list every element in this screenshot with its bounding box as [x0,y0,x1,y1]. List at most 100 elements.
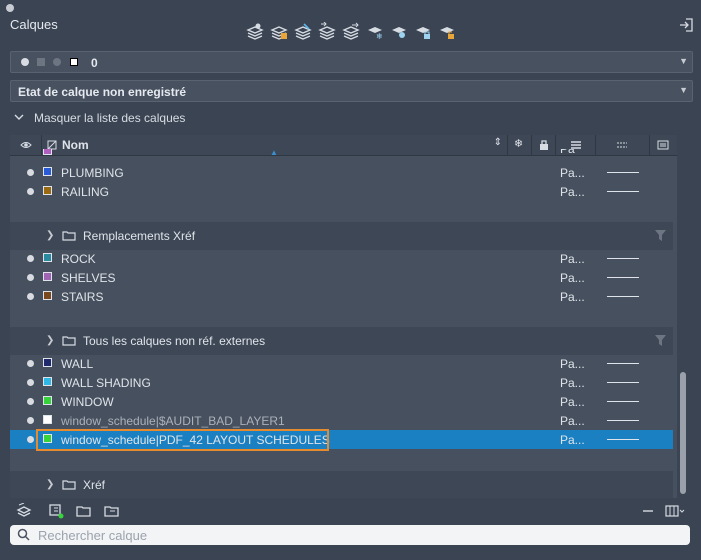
filter-icon[interactable] [655,335,666,346]
folder-filter-icon[interactable] [104,503,120,519]
plot-value: Pa... [560,166,585,180]
current-layer-name: 0 [91,56,98,70]
list-item[interactable]: window_schedule|$AUDIT_BAD_LAYER1 Pa... [10,411,673,430]
layer-settings-icon[interactable] [16,503,32,519]
layer-color-swatch[interactable] [43,358,52,367]
layer-color-swatch[interactable] [43,167,52,176]
visibility-bulb-icon [21,58,29,66]
layer-color-swatch[interactable] [43,396,52,405]
group-non-xref-layers[interactable]: ❯ Tous les calques non réf. externes [10,327,673,355]
chevron-right-icon[interactable]: ❯ [46,230,54,241]
layer-color-swatch[interactable] [43,272,52,281]
list-item[interactable]: SHELVES Pa... [10,268,673,287]
layer-name: SHELVES [61,271,116,285]
columns-menu-icon[interactable] [665,503,685,519]
toggle-layer-list-label: Masquer la liste des calques [34,111,186,125]
plot-value: Pa... [560,376,585,390]
folder-icon [62,480,76,490]
layers-panel: Calques ❄ 0 ▼ Etat de calque non enregis… [0,0,701,560]
visibility-bulb-icon[interactable] [27,293,34,300]
panel-title: Calques [10,17,58,32]
layer-color-swatch [70,58,78,66]
layer-name: STAIRS [61,290,104,304]
list-item[interactable]: WALL Pa... [10,354,673,373]
visibility-bulb-icon[interactable] [27,360,34,367]
group-label: Tous les calques non réf. externes [83,334,266,348]
visibility-bulb-icon[interactable] [27,379,34,386]
group-xref-overrides[interactable]: ❯ Remplacements Xréf [10,222,673,250]
scrollbar-thumb[interactable] [680,372,686,494]
delete-layer-icon[interactable] [294,22,312,40]
sort-icon: ⇕ [493,137,502,148]
search-input[interactable]: Rechercher calque [38,528,147,543]
minus-icon[interactable] [640,503,656,519]
dock-exit-icon[interactable] [678,17,694,33]
plot-value: Pa... [560,271,585,285]
layer-color-swatch[interactable] [43,377,52,386]
layer-color-swatch[interactable] [43,186,52,195]
linetype-line [607,401,639,402]
new-layer-vp-icon[interactable] [270,22,288,40]
layer-state-dropdown[interactable]: Etat de calque non enregistré ▼ [10,80,693,102]
layer-name: WALL SHADING [61,376,151,390]
layer-name: window_schedule|$AUDIT_BAD_LAYER1 [61,414,285,428]
visibility-bulb-icon[interactable] [27,169,34,176]
title-bar [0,0,701,14]
isolate-layer-icon[interactable] [390,22,408,40]
close-dot[interactable] [6,4,14,12]
chevron-right-icon[interactable]: ❯ [46,335,54,346]
search-box[interactable]: Rechercher calque [10,525,690,545]
layer-state-value: Etat de calque non enregistré [18,85,187,99]
freeze-layer-icon[interactable]: ❄ [366,22,384,40]
list-item[interactable]: Pa [10,149,673,155]
linetype-line [607,296,639,297]
new-layer-icon[interactable] [246,22,264,40]
layer-color-swatch[interactable] [43,291,52,300]
toggle-layer-list[interactable]: Masquer la liste des calques [14,111,185,125]
layer-color-swatch[interactable] [43,253,52,262]
set-current-icon[interactable] [318,22,336,40]
visibility-bulb-icon[interactable] [27,274,34,281]
group-label: Xréf [83,478,106,492]
move-layer-icon[interactable] [342,22,360,40]
new-group-filter-icon[interactable] [48,503,64,519]
list-item[interactable]: PLUMBING Pa... [10,163,673,182]
visibility-bulb-icon[interactable] [27,417,34,424]
chevron-down-icon: ▼ [679,85,688,95]
layer-name: RAILING [61,185,110,199]
folder-icon [62,336,76,346]
lock-layer-icon[interactable] [414,22,432,40]
bottom-toolbar [10,500,693,522]
linetype-line [607,363,639,364]
chevron-down-icon [14,114,24,120]
linetype-line [607,420,639,421]
layer-color-swatch [43,149,52,155]
list-item[interactable]: WALL SHADING Pa... [10,373,673,392]
linetype-line [607,191,639,192]
plot-value: Pa... [560,185,585,199]
visibility-bulb-icon[interactable] [27,436,34,443]
list-item[interactable]: STAIRS Pa... [10,287,673,306]
list-item[interactable]: ROCK Pa... [10,249,673,268]
unlock-layer-icon[interactable] [438,22,456,40]
lock-icon [37,58,45,66]
plot-value: Pa [560,149,575,155]
chevron-right-icon[interactable]: ❯ [46,479,54,490]
visibility-bulb-icon[interactable] [27,255,34,262]
layer-name: ROCK [61,252,96,266]
plot-value: Pa... [560,433,585,447]
group-xref[interactable]: ❯ Xréf [10,471,673,498]
svg-text:❄: ❄ [376,32,383,40]
visibility-bulb-icon[interactable] [27,188,34,195]
linetype-line [607,172,639,173]
filter-icon[interactable] [655,230,666,241]
plot-value: Pa... [560,290,585,304]
current-layer-dropdown[interactable]: 0 ▼ [10,51,693,73]
list-item[interactable]: WINDOW Pa... [10,392,673,411]
visibility-bulb-icon[interactable] [27,398,34,405]
layer-color-swatch[interactable] [43,415,52,424]
folder-open-icon[interactable] [76,503,92,519]
list-item[interactable]: RAILING Pa... [10,182,673,201]
folder-icon [62,231,76,241]
linetype-line [607,277,639,278]
